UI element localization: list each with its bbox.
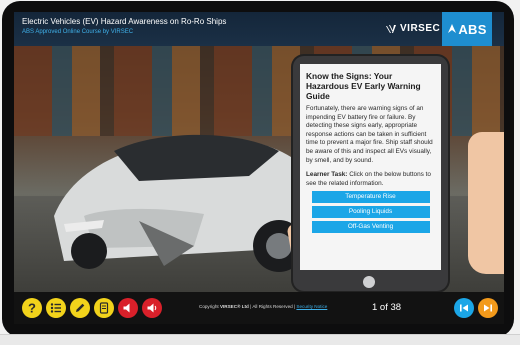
- sound-icon: [123, 303, 130, 313]
- pencil-icon: [76, 303, 85, 312]
- panel-title: Know the Signs: Your Hazardous EV Early …: [306, 71, 421, 101]
- desk-surface: [0, 334, 520, 345]
- copyright-notice: Copyright VIRSEC® Ltd | All Rights Reser…: [199, 304, 327, 309]
- menu-button[interactable]: [46, 298, 66, 318]
- course-header: Electric Vehicles (EV) Hazard Awareness …: [14, 12, 504, 46]
- tablet-home-button: [363, 276, 375, 288]
- hand-holding-tablet: [468, 132, 504, 274]
- course-screen: Electric Vehicles (EV) Hazard Awareness …: [14, 12, 504, 324]
- virsec-logo: VIRSEC: [385, 23, 440, 34]
- notes-icon: [99, 302, 109, 314]
- next-icon: [484, 304, 492, 312]
- notes-button[interactable]: [94, 298, 114, 318]
- abs-logo: ABS: [442, 12, 492, 46]
- page-counter: 1 of 38: [372, 302, 402, 313]
- bottom-toolbar: ? Copyright VIRSEC® Ltd | All Rights Res…: [14, 292, 504, 324]
- svg-text:?: ?: [28, 301, 36, 316]
- audio-replay-button[interactable]: [142, 298, 162, 318]
- info-panel: Know the Signs: Your Hazardous EV Early …: [300, 64, 441, 270]
- copyright-prefix: Copyright: [199, 304, 220, 309]
- previous-icon: [460, 304, 468, 312]
- security-notice-link[interactable]: Security Notice: [296, 304, 327, 309]
- off-gas-venting-button[interactable]: Off-Gas Venting: [311, 221, 430, 234]
- course-subtitle: ABS Approved Online Course by VIRSEC: [22, 29, 134, 35]
- previous-page-button[interactable]: [454, 298, 474, 318]
- learner-task: Learner Task: Click on the below buttons…: [306, 171, 435, 188]
- virsec-mark-icon: [386, 24, 396, 33]
- learner-task-label: Learner Task:: [306, 171, 348, 179]
- panel-body-text: Fortunately, there are warning signs of …: [306, 105, 433, 164]
- rights-text: | All Rights Reserved |: [248, 304, 297, 309]
- abs-wordmark: ABS: [458, 21, 487, 37]
- next-page-button[interactable]: [478, 298, 498, 318]
- abs-eagle-icon: [448, 24, 457, 33]
- sound-icon: [147, 303, 157, 313]
- course-title: Electric Vehicles (EV) Hazard Awareness …: [22, 17, 227, 26]
- temperature-rise-button[interactable]: Temperature Rise: [311, 191, 430, 204]
- tablet-device: Know the Signs: Your Hazardous EV Early …: [293, 56, 448, 291]
- audio-button[interactable]: [118, 298, 138, 318]
- company-name: VIRSEC® Ltd: [219, 304, 249, 309]
- menu-list-icon: [50, 303, 61, 313]
- virsec-wordmark: VIRSEC: [400, 23, 441, 34]
- pooling-liquids-button[interactable]: Pooling Liquids: [311, 206, 430, 219]
- help-button[interactable]: ?: [22, 298, 42, 318]
- pencil-button[interactable]: [70, 298, 90, 318]
- help-icon: ?: [28, 301, 36, 316]
